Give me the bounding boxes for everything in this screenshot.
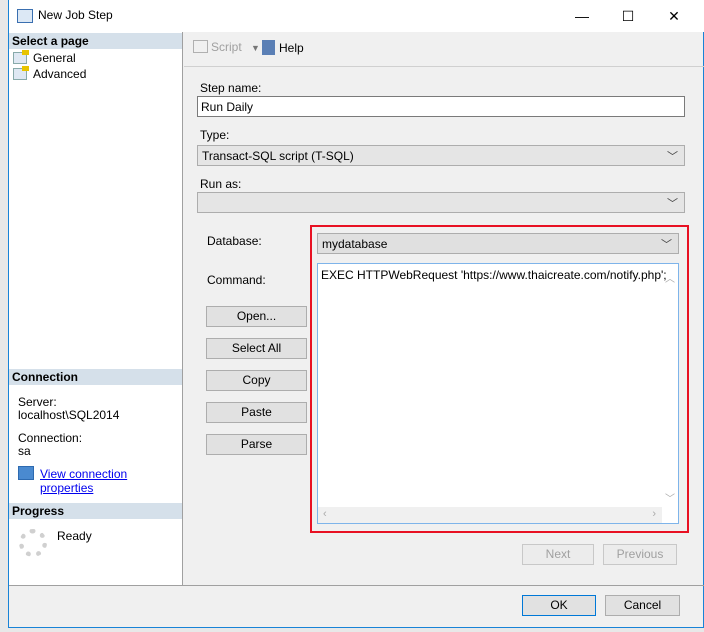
connection-properties-icon <box>18 466 34 480</box>
type-select[interactable]: Transact-SQL script (T-SQL) ﹀ <box>197 145 685 166</box>
title-bar: New Job Step — ☐ ✕ <box>9 0 704 32</box>
help-icon <box>262 40 275 55</box>
script-icon <box>193 40 208 53</box>
progress-header: Progress <box>9 503 182 519</box>
type-label: Type: <box>200 128 230 142</box>
cancel-button[interactable]: Cancel <box>605 595 680 616</box>
toolbar-divider <box>184 66 704 67</box>
database-label: Database: <box>207 234 262 248</box>
progress-status: Ready <box>57 529 92 543</box>
server-value: localhost\SQL2014 <box>18 408 120 422</box>
step-name-input[interactable]: Run Daily <box>197 96 685 117</box>
run-as-select[interactable]: ﹀ <box>197 192 685 213</box>
select-page-header: Select a page <box>9 33 182 49</box>
run-as-label: Run as: <box>200 177 242 191</box>
page-label: General <box>33 51 76 65</box>
app-icon <box>17 9 33 23</box>
chevron-down-icon: ﹀ <box>661 239 672 251</box>
page-icon <box>13 66 29 80</box>
ok-button[interactable]: OK <box>522 595 596 616</box>
select-all-button[interactable]: Select All <box>206 338 307 359</box>
database-value: mydatabase <box>322 237 388 251</box>
progress-spinner-icon <box>19 529 47 557</box>
copy-button[interactable]: Copy <box>206 370 307 391</box>
command-text: EXEC HTTPWebRequest 'https://www.thaicre… <box>321 268 667 282</box>
chevron-down-icon: ﹀ <box>667 198 678 210</box>
command-textarea[interactable]: EXEC HTTPWebRequest 'https://www.thaicre… <box>317 263 679 524</box>
page-icon <box>13 50 29 64</box>
parse-button[interactable]: Parse <box>206 434 307 455</box>
chevron-down-icon: ﹀ <box>667 151 678 163</box>
paste-button[interactable]: Paste <box>206 402 307 423</box>
left-pane: Select a page General Advanced Connectio… <box>9 32 183 585</box>
window-title: New Job Step <box>38 8 113 22</box>
view-connection-properties-link[interactable]: View connection properties <box>40 467 182 495</box>
script-button[interactable]: Script ▼ <box>193 40 260 54</box>
page-general[interactable]: General <box>13 50 76 65</box>
connection-value: sa <box>18 444 31 458</box>
horizontal-scrollbar[interactable]: ‹ › <box>318 507 662 523</box>
script-label: Script <box>211 40 242 54</box>
help-button[interactable]: Help <box>262 40 304 55</box>
previous-button[interactable]: Previous <box>603 544 677 565</box>
command-label: Command: <box>207 273 266 287</box>
next-button[interactable]: Next <box>522 544 594 565</box>
new-job-step-dialog: New Job Step — ☐ ✕ Select a page General… <box>8 0 704 628</box>
close-button[interactable]: ✕ <box>652 4 696 28</box>
page-advanced[interactable]: Advanced <box>13 66 87 81</box>
help-label: Help <box>279 41 304 55</box>
vertical-scrollbar[interactable]: ︿ ﹀ <box>662 264 678 507</box>
server-label: Server: <box>18 395 57 409</box>
connection-header: Connection <box>9 369 182 385</box>
minimize-button[interactable]: — <box>560 4 604 28</box>
footer-divider <box>9 585 704 586</box>
type-value: Transact-SQL script (T-SQL) <box>202 149 354 163</box>
step-name-label: Step name: <box>200 81 262 95</box>
maximize-button[interactable]: ☐ <box>606 4 650 28</box>
open-button[interactable]: Open... <box>206 306 307 327</box>
database-select[interactable]: mydatabase ﹀ <box>317 233 679 254</box>
page-label: Advanced <box>33 67 87 81</box>
dropdown-arrow-icon: ▼ <box>251 43 260 53</box>
connection-label: Connection: <box>18 431 83 445</box>
